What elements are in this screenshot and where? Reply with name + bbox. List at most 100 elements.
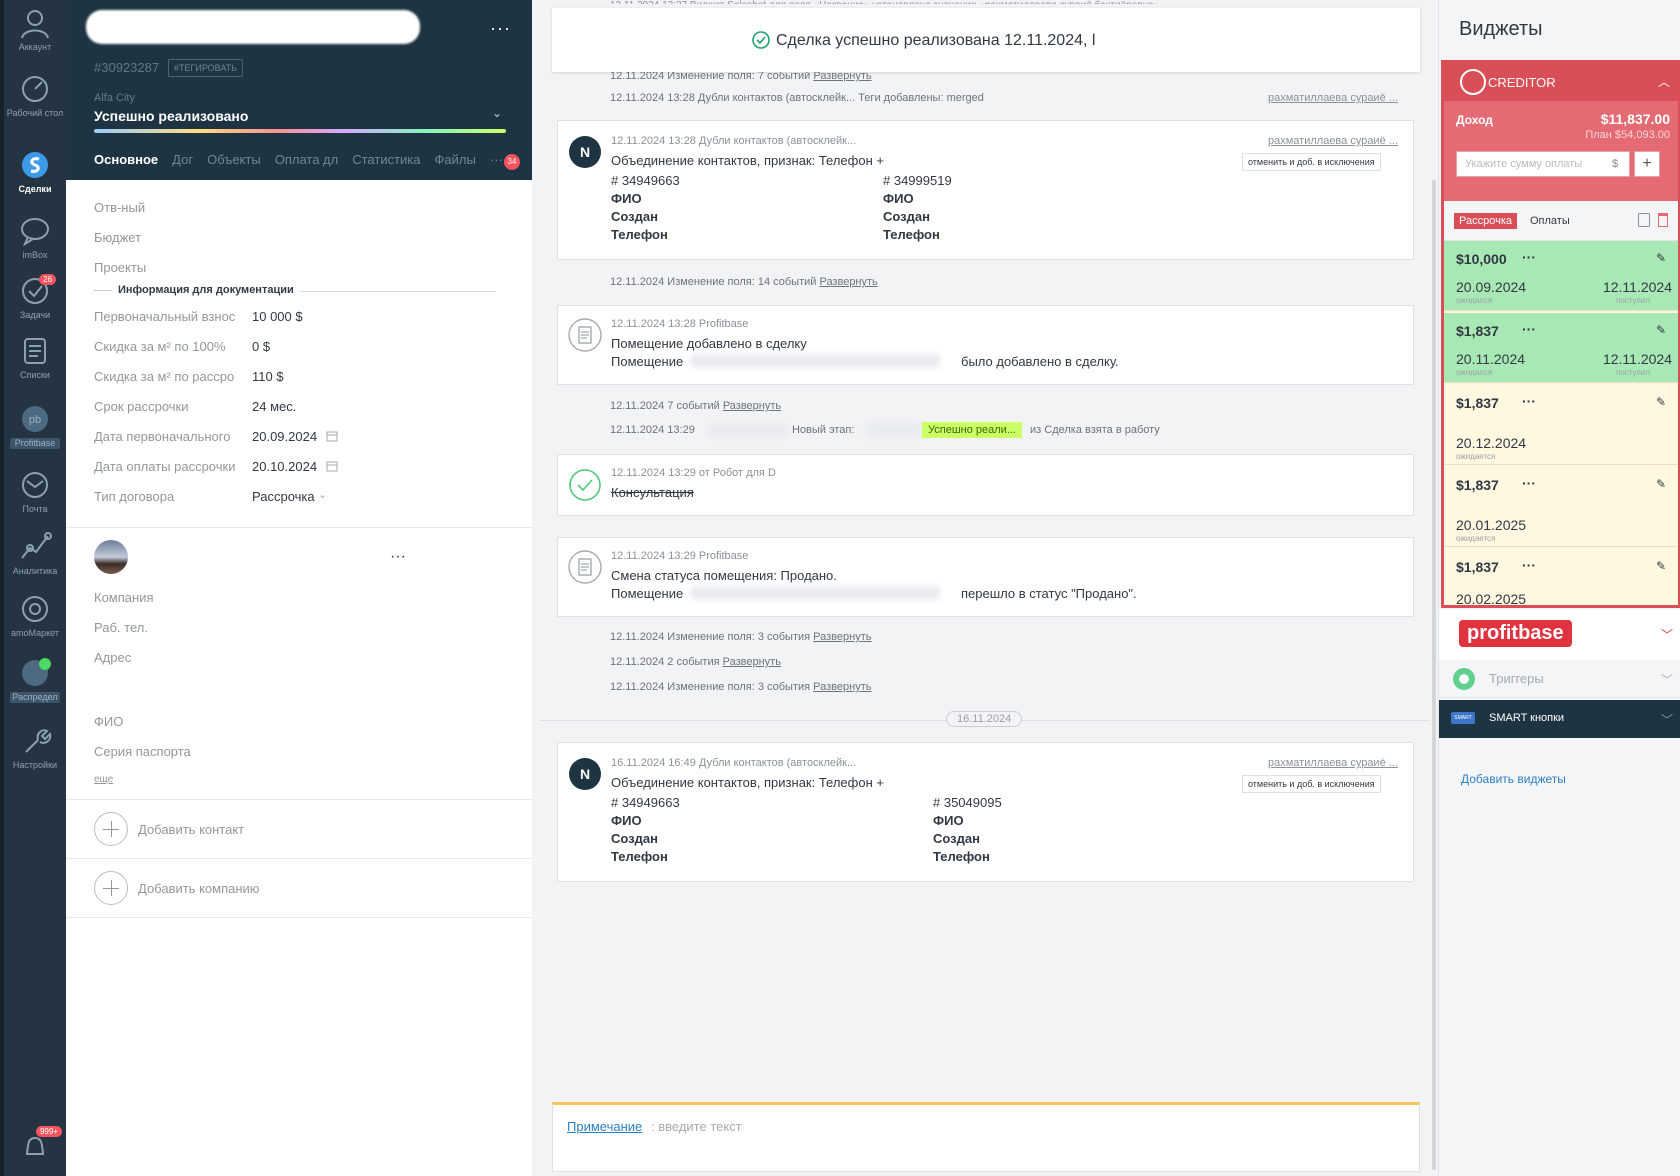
- tab-statistics[interactable]: Статистика: [352, 152, 420, 172]
- chevron-up-icon[interactable]: ︿: [1658, 73, 1670, 90]
- income-value: $11,837.00: [1600, 111, 1670, 127]
- nav-account[interactable]: Аккаунт: [4, 6, 66, 53]
- tag-button[interactable]: #ТЕГИРОВАТЬ: [168, 59, 244, 77]
- triggers-widget[interactable]: Триггеры ﹀: [1439, 660, 1680, 698]
- add-company-button[interactable]: Добавить компанию: [94, 871, 260, 905]
- add-contact-button[interactable]: Добавить контакт: [94, 812, 244, 846]
- settings-icon: [25, 729, 52, 753]
- right-contact-id: # 34999519: [883, 173, 952, 188]
- nav-tasks[interactable]: 26 Задачи: [4, 274, 66, 321]
- contact-link[interactable]: рахматиллаева сураиё ...: [1268, 92, 1398, 104]
- discount-installment-value[interactable]: 110 $: [252, 369, 284, 384]
- payment-amount-input[interactable]: Укажите сумму оплаты: [1456, 151, 1630, 177]
- payment-menu-icon[interactable]: ···: [1522, 475, 1536, 491]
- contact-link[interactable]: рахматиллаева сураиё ...: [1268, 135, 1398, 147]
- expand-link[interactable]: Развернуть: [723, 400, 781, 412]
- add-widgets-link[interactable]: Добавить виджеты: [1461, 772, 1566, 786]
- term-value[interactable]: 24 мес.: [252, 399, 296, 414]
- chevron-down-icon[interactable]: ﹀: [1661, 626, 1673, 643]
- tab-main[interactable]: Основное: [94, 152, 158, 172]
- avatar[interactable]: [94, 540, 128, 574]
- exclude-button[interactable]: отменить и доб. в исключения: [1242, 153, 1381, 171]
- chevron-down-icon[interactable]: ﹀: [1661, 711, 1673, 728]
- note-meta: 12.11.2024 13:29 от Робот для D: [611, 467, 776, 479]
- contract-type-select[interactable]: Рассрочка: [252, 489, 315, 504]
- nav-distribution[interactable]: Распредел: [4, 656, 66, 703]
- nav-profitbase[interactable]: pb Profitbase: [4, 402, 66, 449]
- expand-link[interactable]: Развернуть: [813, 631, 871, 643]
- tab-payment[interactable]: Оплата дл: [275, 152, 339, 172]
- expand-link[interactable]: Развернуть: [723, 656, 781, 668]
- note-title: Объединение контактов, признак: Телефон …: [611, 153, 884, 168]
- feed-event-row: 12.11.2024 Изменение поля: 14 событий Ра…: [610, 276, 878, 288]
- stage-select[interactable]: Успешно реализовано: [94, 108, 248, 124]
- payment-row: $1,837 ··· ✎ 20.02.2025: [1444, 549, 1678, 607]
- nav-mail[interactable]: Почта: [4, 468, 66, 515]
- payment-row: $1,837 ··· ✎ 20.12.2024 ожидается: [1444, 385, 1678, 465]
- tab-payments[interactable]: Оплаты: [1530, 215, 1570, 227]
- nav-notifications[interactable]: 999+: [4, 1126, 66, 1164]
- event-text: 12.11.2024 Изменение поля: 3 события: [610, 631, 811, 643]
- composer-placeholder[interactable]: : введите текст: [651, 1119, 742, 1134]
- deal-name-input[interactable]: [86, 10, 420, 44]
- nav-dashboard[interactable]: Рабочий стол: [4, 72, 66, 119]
- stage-tag: Успешно реали...: [922, 422, 1022, 438]
- pencil-icon[interactable]: ✎: [1656, 251, 1666, 265]
- tab-contract[interactable]: Дог: [172, 152, 193, 172]
- add-payment-button[interactable]: +: [1634, 151, 1660, 177]
- profitbase-widget[interactable]: profitbase ﹀: [1439, 610, 1680, 660]
- pencil-icon[interactable]: ✎: [1656, 477, 1666, 491]
- chevron-down-icon[interactable]: ⌄: [318, 488, 327, 501]
- nav-lists[interactable]: Списки: [4, 334, 66, 381]
- pencil-icon[interactable]: ✎: [1656, 395, 1666, 409]
- more-link[interactable]: еще: [94, 774, 113, 785]
- term-label: Срок рассрочки: [94, 399, 189, 414]
- payment-menu-icon[interactable]: ···: [1522, 557, 1536, 573]
- pencil-icon[interactable]: ✎: [1656, 559, 1666, 573]
- nav-settings[interactable]: Настройки: [4, 724, 66, 771]
- trash-icon[interactable]: [1658, 213, 1668, 227]
- installment-date-value[interactable]: 20.10.2024: [252, 459, 317, 474]
- note-meta: 16.11.2024 16:49 Дубли контактов (автоск…: [611, 757, 857, 769]
- nav-amomarket[interactable]: amoМаркет: [4, 592, 66, 639]
- payment-due-date: 20.01.2025: [1456, 517, 1527, 533]
- smart-buttons-widget[interactable]: SMART SMART кнопки ﹀: [1439, 700, 1680, 738]
- down-payment-value[interactable]: 10 000 $: [252, 309, 303, 324]
- contact-more-menu-icon[interactable]: ···: [390, 548, 406, 566]
- payment-menu-icon[interactable]: ···: [1522, 249, 1536, 265]
- tab-installment[interactable]: Рассрочка: [1454, 213, 1517, 229]
- chevron-down-icon[interactable]: ⌄: [492, 106, 502, 120]
- tab-objects[interactable]: Объекты: [207, 152, 261, 172]
- card-more-menu-icon[interactable]: ···: [490, 18, 511, 39]
- document-icon[interactable]: [1638, 213, 1650, 227]
- creditor-header[interactable]: CREDITOR ︿: [1444, 63, 1678, 101]
- feed-scrollbar[interactable]: [1432, 180, 1436, 1170]
- phone-label: Телефон: [933, 849, 990, 864]
- exclude-button[interactable]: отменить и доб. в исключения: [1242, 775, 1381, 793]
- svg-text:N: N: [580, 766, 590, 782]
- note-type-link[interactable]: Примечание: [567, 1119, 642, 1134]
- work-phone-label: Раб. тел.: [94, 620, 148, 635]
- calendar-icon[interactable]: [326, 430, 338, 442]
- expand-link[interactable]: Развернуть: [813, 681, 871, 693]
- creditor-name: CREDITOR: [1488, 75, 1556, 90]
- payment-menu-icon[interactable]: ···: [1522, 393, 1536, 409]
- tab-more[interactable]: ···: [490, 152, 503, 172]
- nav-imbox[interactable]: imBox: [4, 214, 66, 261]
- payment-menu-icon[interactable]: ···: [1522, 321, 1536, 337]
- tabs-badge: 34: [504, 154, 520, 170]
- nav-label: Настройки: [12, 760, 58, 770]
- chevron-down-icon[interactable]: ﹀: [1661, 671, 1673, 688]
- discount-100-value[interactable]: 0 $: [252, 339, 270, 354]
- pencil-icon[interactable]: ✎: [1656, 323, 1666, 337]
- contact-link[interactable]: рахматиллаева сураиё ...: [1268, 757, 1398, 769]
- nav-analytics[interactable]: Аналитика: [4, 530, 66, 577]
- nav-deals[interactable]: Сделки: [4, 148, 66, 195]
- feed-event-row: 12.11.2024 2 события Развернуть: [610, 656, 781, 668]
- note-composer[interactable]: Примечание : введите текст: [552, 1102, 1420, 1172]
- tab-files[interactable]: Файлы: [435, 152, 476, 172]
- event-time: 12.11.2024 13:29: [610, 424, 695, 436]
- expand-link[interactable]: Развернуть: [819, 276, 877, 288]
- first-payment-date-value[interactable]: 20.09.2024: [252, 429, 317, 444]
- calendar-icon[interactable]: [326, 460, 338, 472]
